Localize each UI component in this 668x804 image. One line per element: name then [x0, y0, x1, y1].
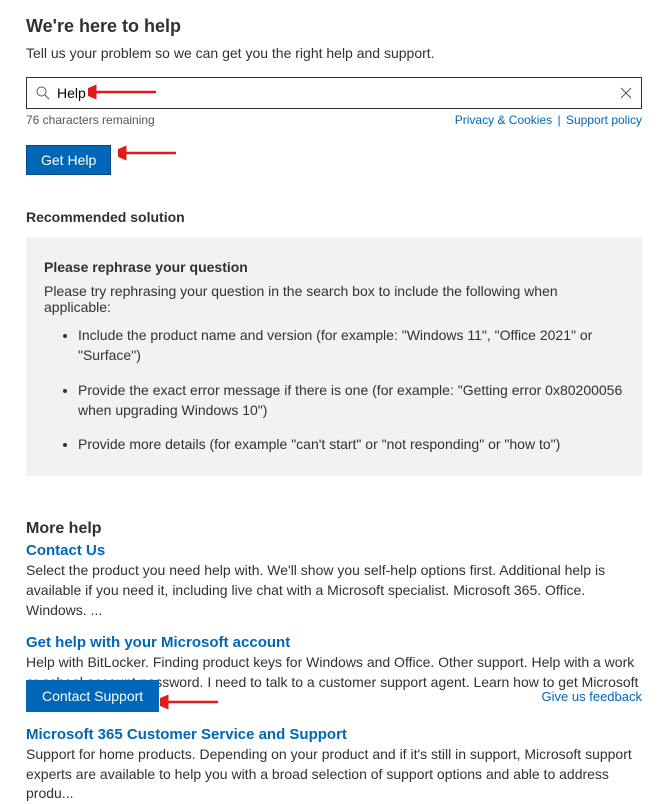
feedback-link[interactable]: Give us feedback	[542, 689, 642, 704]
support-policy-link[interactable]: Support policy	[566, 113, 642, 127]
footer: Contact Support Give us feedback	[26, 680, 642, 712]
help-link-contact-us[interactable]: Contact Us	[26, 542, 105, 559]
privacy-link[interactable]: Privacy & Cookies	[455, 113, 552, 127]
chars-remaining: 76 characters remaining	[26, 113, 155, 127]
help-desc: Select the product you need help with. W…	[26, 561, 642, 620]
recommended-instruction: Please try rephrasing your question in t…	[44, 283, 624, 315]
contact-support-button[interactable]: Contact Support	[26, 680, 159, 712]
recommended-title: Please rephrase your question	[44, 259, 624, 275]
get-help-button[interactable]: Get Help	[26, 145, 111, 175]
recommended-bullets: Include the product name and version (fo…	[44, 325, 624, 454]
list-item: Provide more details (for example "can't…	[78, 434, 624, 454]
recommended-box: Please rephrase your question Please try…	[26, 237, 642, 476]
help-link-ms-account[interactable]: Get help with your Microsoft account	[26, 634, 290, 651]
clear-icon[interactable]	[619, 86, 633, 100]
help-desc: Support for home products. Depending on …	[26, 745, 642, 804]
policy-links: Privacy & Cookies | Support policy	[455, 113, 642, 127]
page-subtitle: Tell us your problem so we can get you t…	[26, 45, 642, 61]
recommended-heading: Recommended solution	[26, 209, 642, 225]
list-item: Provide the exact error message if there…	[78, 380, 624, 421]
list-item: Include the product name and version (fo…	[78, 325, 624, 366]
help-item: Microsoft 365 Customer Service and Suppo…	[26, 726, 642, 804]
more-help-heading: More help	[26, 520, 642, 538]
page-title: We're here to help	[26, 16, 642, 37]
search-input[interactable]	[57, 79, 619, 107]
help-link-m365[interactable]: Microsoft 365 Customer Service and Suppo…	[26, 726, 347, 743]
help-item: Contact Us Select the product you need h…	[26, 542, 642, 620]
search-box[interactable]	[26, 77, 642, 109]
search-icon	[35, 85, 51, 101]
